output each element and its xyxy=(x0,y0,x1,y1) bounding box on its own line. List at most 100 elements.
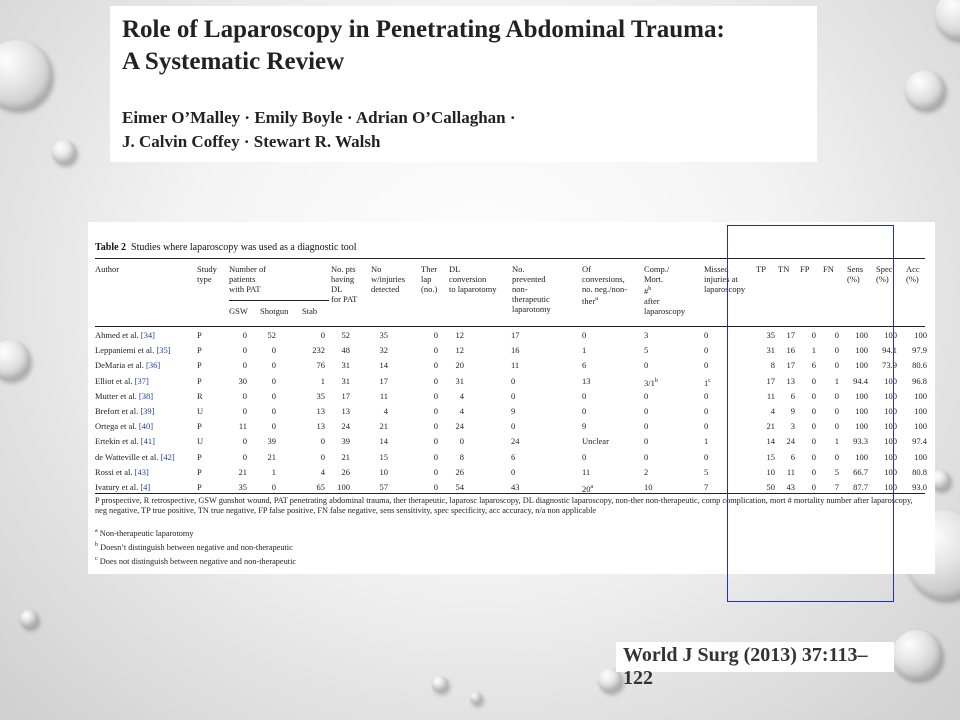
cell-type: P xyxy=(197,345,202,356)
column-header-ther-lap: Ther lap (no.) xyxy=(421,264,438,294)
reference-link[interactable]: [35] xyxy=(156,345,170,355)
cell-gsw: 0 xyxy=(242,345,247,356)
cell-author: Mutter et al. [38] xyxy=(95,391,153,401)
reference-link[interactable]: [38] xyxy=(139,391,153,401)
cell-comp: 0 xyxy=(644,436,649,447)
cell-type: R xyxy=(197,390,203,401)
cell-comp: 5 xyxy=(644,345,649,356)
cell-dl: 13 xyxy=(341,406,351,416)
cell-shotgun: 52 xyxy=(267,330,277,340)
cell-comp: 0 xyxy=(644,421,649,432)
cell-missed: 0 xyxy=(704,390,709,401)
cell-conv: 26 xyxy=(455,466,465,477)
cell-inj: 57 xyxy=(379,482,389,492)
cell-author: Brefort et al. [39] xyxy=(95,406,155,416)
author-name: de Watteville et al. xyxy=(95,451,161,462)
cell-dl: 31 xyxy=(341,360,351,371)
cell-type: P xyxy=(197,451,202,462)
cell-acc: 80.6 xyxy=(912,360,927,371)
cell-of: 1 xyxy=(582,345,587,356)
cell-dl: 21 xyxy=(341,451,351,462)
cell-acc: 96.8 xyxy=(912,375,927,386)
water-drop-decoration xyxy=(0,340,30,380)
reference-link[interactable]: [43] xyxy=(135,467,149,477)
cell-stab: 232 xyxy=(312,345,325,356)
water-drop-decoration xyxy=(0,40,52,110)
cell-ther: 0 xyxy=(433,375,438,386)
water-drop-decoration xyxy=(52,140,76,164)
cell-type: P xyxy=(197,466,202,477)
reference-link[interactable]: [39] xyxy=(140,406,154,416)
cell-inj: 4 xyxy=(383,406,388,416)
cell-dl: 17 xyxy=(341,390,351,401)
cell-missed: 0 xyxy=(704,406,709,416)
citation-text: World J Surg (2013) 37:113–122 xyxy=(623,644,868,689)
cell-stab: 76 xyxy=(316,360,326,371)
cell-conv: 20 xyxy=(455,360,465,371)
cell-inj: 32 xyxy=(379,345,389,356)
cell-of: 11 xyxy=(582,466,591,477)
cell-comp: 0 xyxy=(644,406,649,416)
cell-of: 0 xyxy=(582,451,587,462)
cell-missed: 0 xyxy=(704,451,709,462)
cell-dl: 24 xyxy=(341,421,351,432)
column-header-stab: Stab xyxy=(302,306,318,316)
cell-author: Ortega et al. [40] xyxy=(95,421,153,431)
cell-acc: 100 xyxy=(914,390,927,401)
reference-link[interactable]: [40] xyxy=(139,421,153,431)
cell-shotgun: 39 xyxy=(267,436,277,447)
cell-inj: 10 xyxy=(379,466,389,477)
cell-of: Unclear xyxy=(582,436,609,447)
cell-gsw: 21 xyxy=(238,466,248,477)
table-caption: Table 2 Studies where laparoscopy was us… xyxy=(95,242,357,253)
author-name: Rossi et al. xyxy=(95,466,135,477)
footnote-text: Non-therapeutic laparotomy xyxy=(97,528,194,538)
reference-link[interactable]: [42] xyxy=(160,452,174,462)
reference-link[interactable]: [4] xyxy=(140,482,150,492)
cell-conv: 0 xyxy=(459,436,464,447)
cell-acc: 80.8 xyxy=(912,466,927,477)
cell-comp: 0 xyxy=(644,390,649,401)
cell-prev: 11 xyxy=(511,360,520,371)
cell-missed: 0 xyxy=(704,330,709,340)
cell-comp: 10 xyxy=(644,482,653,492)
column-header-comp: Comp./ Mort. #b after laparoscopy xyxy=(644,264,686,316)
cell-acc: 100 xyxy=(914,451,927,462)
paper-title-line: A Systematic Review xyxy=(122,48,345,75)
cell-missed: 1c xyxy=(704,377,711,388)
cell-stab: 13 xyxy=(316,406,326,416)
cell-acc: 93.0 xyxy=(912,482,927,492)
cell-prev: 24 xyxy=(511,436,520,447)
column-header-author: Author xyxy=(95,264,120,274)
cell-conv: 24 xyxy=(455,421,465,432)
footnote-marker: b xyxy=(654,377,658,384)
cell-shotgun: 0 xyxy=(271,406,276,416)
cell-stab: 0 xyxy=(320,330,325,340)
cell-stab: 13 xyxy=(316,421,326,432)
author-list: Eimer O’Malley · Emily Boyle · Adrian O’… xyxy=(122,106,516,154)
cell-dl: 100 xyxy=(337,482,350,492)
cell-gsw: 0 xyxy=(242,390,247,401)
reference-link[interactable]: [41] xyxy=(141,436,155,446)
cell-comp: 2 xyxy=(644,466,649,477)
column-header-acc: Acc (%) xyxy=(906,264,920,284)
reference-link[interactable]: [37] xyxy=(135,376,149,386)
reference-link[interactable]: [36] xyxy=(146,360,160,370)
cell-inj: 21 xyxy=(379,421,389,432)
cell-prev: 0 xyxy=(511,375,516,386)
cell-inj: 17 xyxy=(379,375,389,386)
cell-of: 0 xyxy=(582,330,587,340)
cell-of: 13 xyxy=(582,375,591,386)
cell-shotgun: 0 xyxy=(271,375,276,386)
cell-inj: 14 xyxy=(379,360,389,371)
cell-gsw: 0 xyxy=(242,360,247,371)
cell-of: 6 xyxy=(582,360,587,371)
cell-type: P xyxy=(197,421,202,432)
cell-of: 0 xyxy=(582,406,587,416)
cell-conv: 12 xyxy=(455,330,465,340)
reference-link[interactable]: [34] xyxy=(141,330,155,340)
cell-prev: 16 xyxy=(511,345,520,356)
cell-missed: 1 xyxy=(704,436,709,447)
column-header-prevented: No. prevented non- therapeutic laparotom… xyxy=(512,264,551,314)
column-header-dl-conv: DL conversion to laparotomy xyxy=(449,264,497,294)
